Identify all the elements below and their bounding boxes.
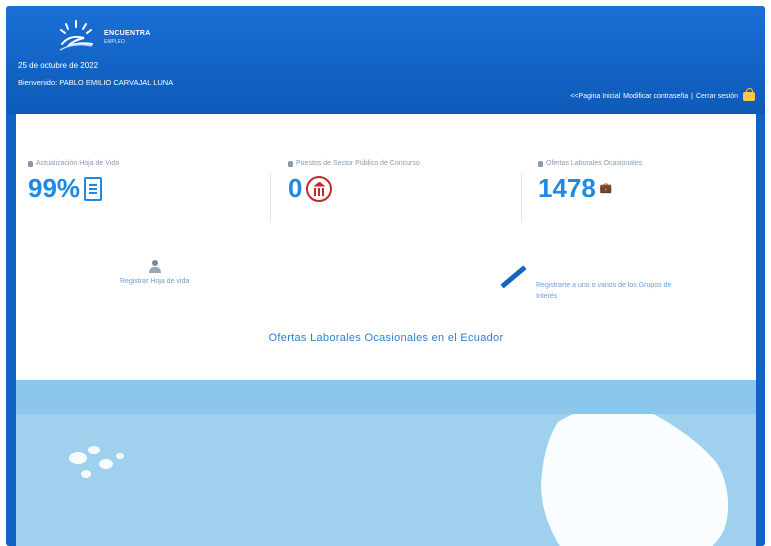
section-title: Ofertas Laborales Ocasionales en el Ecua…	[268, 332, 504, 344]
home-link[interactable]: <<Pagina Inicial	[570, 93, 620, 100]
bank-icon	[306, 175, 333, 202]
stat-value: 99%	[28, 173, 81, 203]
stat-value: 1478	[538, 173, 596, 203]
stat-value: 0	[288, 173, 303, 203]
register-cv-label: Registrar Hoja de vida	[120, 278, 190, 285]
mainland-shape	[541, 402, 729, 546]
interest-groups-action[interactable]: Registrarte a uno o varios de los Grupos…	[502, 280, 682, 302]
top-links: <<Pagina Inicial Modificar contraseña | …	[570, 88, 755, 101]
briefcase-icon: 💼	[599, 183, 613, 194]
welcome-user: Bienvenido: PABLO EMILIO CARVAJAL LUNA	[18, 78, 174, 87]
stat-job-offers[interactable]: Ofertas Laborales Ocasionales 1478 💼	[538, 160, 642, 204]
current-date: 25 de octubre de 2022	[18, 61, 99, 70]
lock-icon[interactable]	[743, 88, 755, 101]
divider	[270, 172, 271, 222]
dashboard-panel: Actualización Hoja de Vida 99% Puestos d…	[16, 114, 756, 380]
ecuador-map[interactable]	[16, 380, 756, 546]
user-figure-icon	[147, 260, 163, 274]
app-frame: ENCUENTRA EMPLEO 25 de octubre de 2022 B…	[6, 6, 765, 546]
document-icon	[84, 176, 103, 201]
user-icon	[28, 160, 33, 167]
header-bar: ENCUENTRA EMPLEO 25 de octubre de 2022 B…	[6, 6, 765, 114]
brand-name: ENCUENTRA	[104, 30, 151, 37]
change-password-link[interactable]: Modificar contraseña	[623, 93, 688, 100]
logout-link[interactable]: Cerrar sesión	[696, 93, 738, 100]
brand-sub: EMPLEO	[104, 39, 125, 45]
stat-label: Puestos de Sector Público de Concurso	[296, 160, 420, 167]
stat-label: Actualización Hoja de Vida	[36, 160, 120, 167]
stat-public-posts[interactable]: Puestos de Sector Público de Concurso 0	[288, 160, 420, 204]
stat-label: Ofertas Laborales Ocasionales	[546, 160, 643, 167]
galapagos-islands-icon	[69, 446, 124, 478]
user-icon	[538, 160, 543, 167]
divider	[521, 172, 522, 222]
brand-logo-icon	[59, 20, 93, 51]
register-cv-action[interactable]: Registrar Hoja de vida	[120, 260, 189, 285]
map-band	[16, 380, 756, 414]
user-icon	[288, 160, 293, 167]
link-separator: |	[691, 93, 693, 100]
stat-cv-update[interactable]: Actualización Hoja de Vida 99%	[28, 160, 119, 204]
interest-groups-label: Registrarte a uno o varios de los Grupos…	[536, 282, 672, 300]
